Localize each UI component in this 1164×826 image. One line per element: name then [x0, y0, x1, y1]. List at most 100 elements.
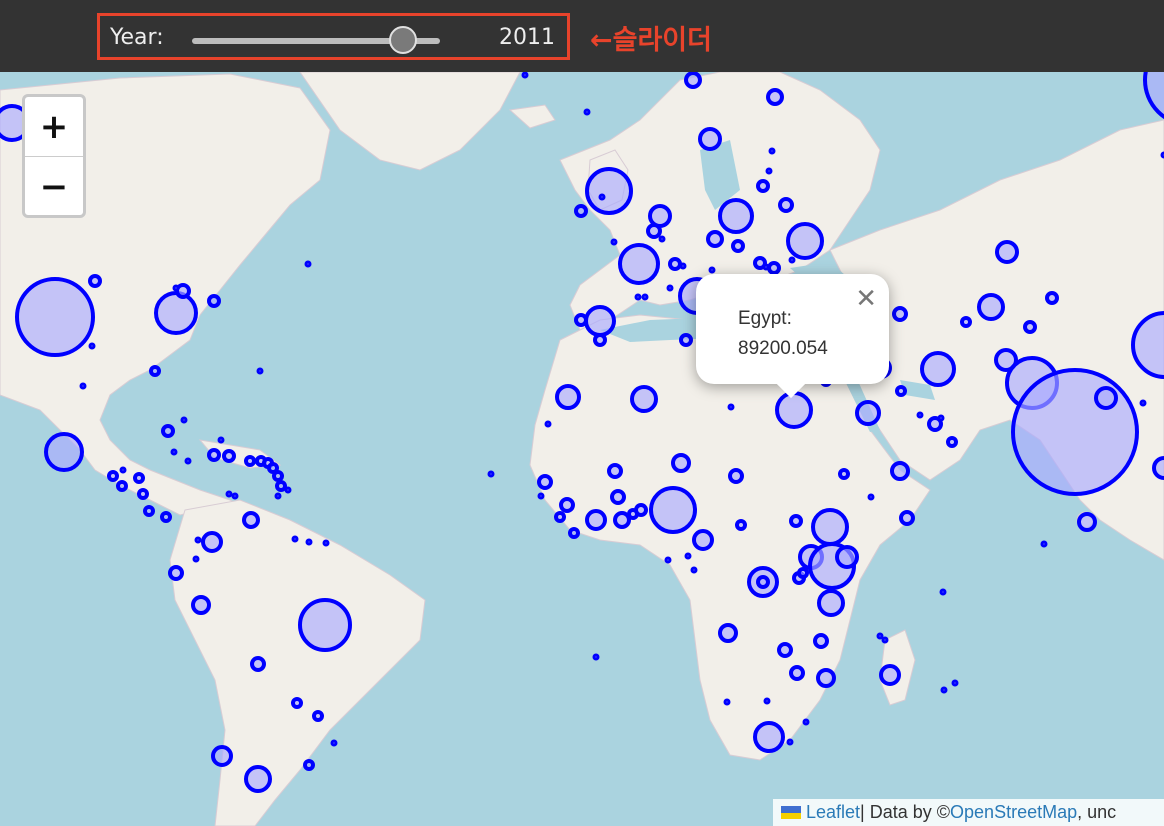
country-marker[interactable]	[298, 598, 352, 652]
country-marker[interactable]	[867, 493, 875, 501]
country-marker[interactable]	[222, 449, 236, 463]
country-marker[interactable]	[88, 274, 102, 288]
country-marker[interactable]	[211, 745, 233, 767]
country-marker[interactable]	[274, 492, 282, 500]
country-marker[interactable]	[537, 492, 545, 500]
country-marker[interactable]	[217, 436, 225, 444]
country-marker[interactable]	[817, 589, 845, 617]
country-marker[interactable]	[1139, 399, 1147, 407]
map-canvas[interactable]	[0, 72, 1164, 826]
country-marker[interactable]	[668, 257, 682, 271]
country-marker[interactable]	[79, 382, 87, 390]
country-marker[interactable]	[610, 238, 618, 246]
country-marker[interactable]	[1131, 311, 1164, 379]
country-marker[interactable]	[788, 256, 796, 264]
country-marker[interactable]	[811, 508, 849, 546]
country-marker[interactable]	[168, 565, 184, 581]
country-marker[interactable]	[916, 411, 924, 419]
country-marker[interactable]	[303, 759, 315, 771]
country-marker[interactable]	[1011, 368, 1139, 496]
country-marker[interactable]	[718, 623, 738, 643]
country-marker[interactable]	[618, 243, 660, 285]
country-marker[interactable]	[554, 511, 566, 523]
country-marker[interactable]	[768, 147, 776, 155]
country-marker[interactable]	[649, 486, 697, 534]
country-marker[interactable]	[756, 575, 770, 589]
country-marker[interactable]	[708, 266, 716, 274]
country-marker[interactable]	[920, 351, 956, 387]
country-marker[interactable]	[256, 367, 264, 375]
country-marker[interactable]	[838, 468, 850, 480]
country-marker[interactable]	[521, 72, 529, 79]
country-marker[interactable]	[679, 262, 687, 270]
country-marker[interactable]	[634, 293, 642, 301]
country-marker[interactable]	[149, 365, 161, 377]
country-marker[interactable]	[899, 510, 915, 526]
country-marker[interactable]	[692, 529, 714, 551]
country-marker[interactable]	[789, 665, 805, 681]
country-marker[interactable]	[786, 738, 794, 746]
country-marker[interactable]	[284, 486, 292, 494]
country-marker[interactable]	[607, 463, 623, 479]
country-marker[interactable]	[160, 511, 172, 523]
country-marker[interactable]	[763, 697, 771, 705]
country-marker[interactable]	[180, 416, 188, 424]
country-marker[interactable]	[275, 480, 287, 492]
country-marker[interactable]	[690, 566, 698, 574]
country-marker[interactable]	[630, 385, 658, 413]
country-marker[interactable]	[107, 470, 119, 482]
country-marker[interactable]	[154, 291, 198, 335]
country-marker[interactable]	[731, 239, 745, 253]
country-marker[interactable]	[487, 470, 495, 478]
country-marker[interactable]	[1094, 386, 1118, 410]
country-marker[interactable]	[777, 642, 793, 658]
country-marker[interactable]	[143, 505, 155, 517]
country-marker[interactable]	[778, 197, 794, 213]
country-marker[interactable]	[895, 385, 907, 397]
country-marker[interactable]	[723, 698, 731, 706]
country-marker[interactable]	[555, 384, 581, 410]
country-marker[interactable]	[1077, 512, 1097, 532]
country-marker[interactable]	[1143, 72, 1164, 125]
country-marker[interactable]	[855, 400, 881, 426]
country-marker[interactable]	[816, 668, 836, 688]
country-marker[interactable]	[881, 636, 889, 644]
country-marker[interactable]	[201, 531, 223, 553]
country-marker[interactable]	[161, 424, 175, 438]
country-marker[interactable]	[767, 261, 781, 275]
country-marker[interactable]	[664, 556, 672, 564]
country-marker[interactable]	[312, 710, 324, 722]
country-marker[interactable]	[172, 284, 180, 292]
country-marker[interactable]	[684, 72, 702, 89]
country-marker[interactable]	[584, 305, 616, 337]
country-marker[interactable]	[244, 765, 272, 793]
country-marker[interactable]	[879, 664, 901, 686]
leaflet-link[interactable]: Leaflet	[806, 802, 860, 823]
country-marker[interactable]	[890, 461, 910, 481]
country-marker[interactable]	[88, 342, 96, 350]
country-marker[interactable]	[679, 333, 693, 347]
openstreetmap-link[interactable]: OpenStreetMap	[950, 802, 1077, 823]
country-marker[interactable]	[291, 697, 303, 709]
country-marker[interactable]	[775, 391, 813, 429]
country-marker[interactable]	[598, 193, 606, 201]
country-marker[interactable]	[727, 403, 735, 411]
country-marker[interactable]	[646, 223, 662, 239]
country-marker[interactable]	[684, 552, 692, 560]
country-marker[interactable]	[766, 88, 784, 106]
country-marker[interactable]	[242, 511, 260, 529]
country-marker[interactable]	[137, 488, 149, 500]
country-marker[interactable]	[995, 240, 1019, 264]
country-marker[interactable]	[559, 497, 575, 513]
country-marker[interactable]	[789, 514, 803, 528]
country-marker[interactable]	[119, 466, 127, 474]
country-marker[interactable]	[116, 480, 128, 492]
close-icon[interactable]: ✕	[855, 284, 877, 314]
country-marker[interactable]	[574, 313, 588, 327]
country-marker[interactable]	[133, 472, 145, 484]
country-marker[interactable]	[170, 448, 178, 456]
country-marker[interactable]	[585, 509, 607, 531]
country-marker[interactable]	[634, 503, 648, 517]
country-marker[interactable]	[537, 474, 553, 490]
country-marker[interactable]	[272, 470, 284, 482]
